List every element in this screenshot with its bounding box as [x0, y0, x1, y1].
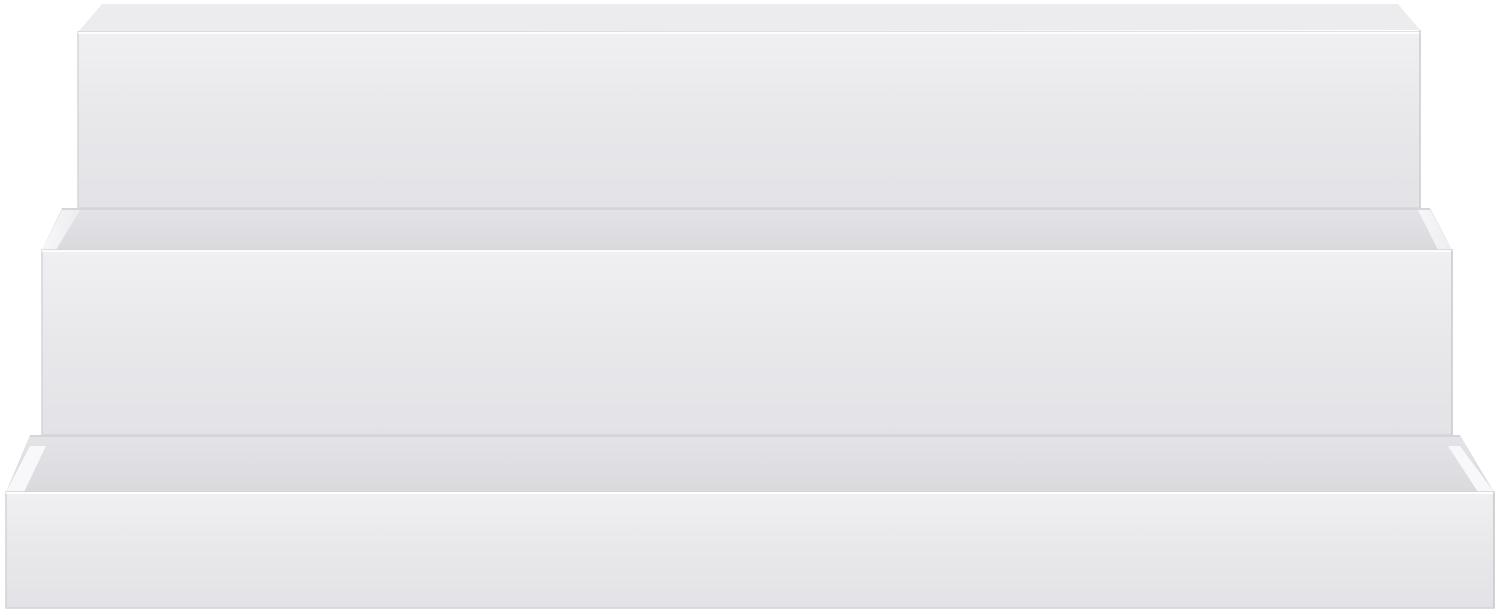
acrylic-riser-image — [5, 4, 1495, 609]
middle-tier — [41, 249, 1453, 436]
bottom-tier — [5, 491, 1495, 609]
bottom-shelf — [6, 435, 1494, 492]
top-tier — [77, 4, 1421, 209]
product-photo — [0, 0, 1500, 614]
middle-shelf — [42, 208, 1452, 250]
